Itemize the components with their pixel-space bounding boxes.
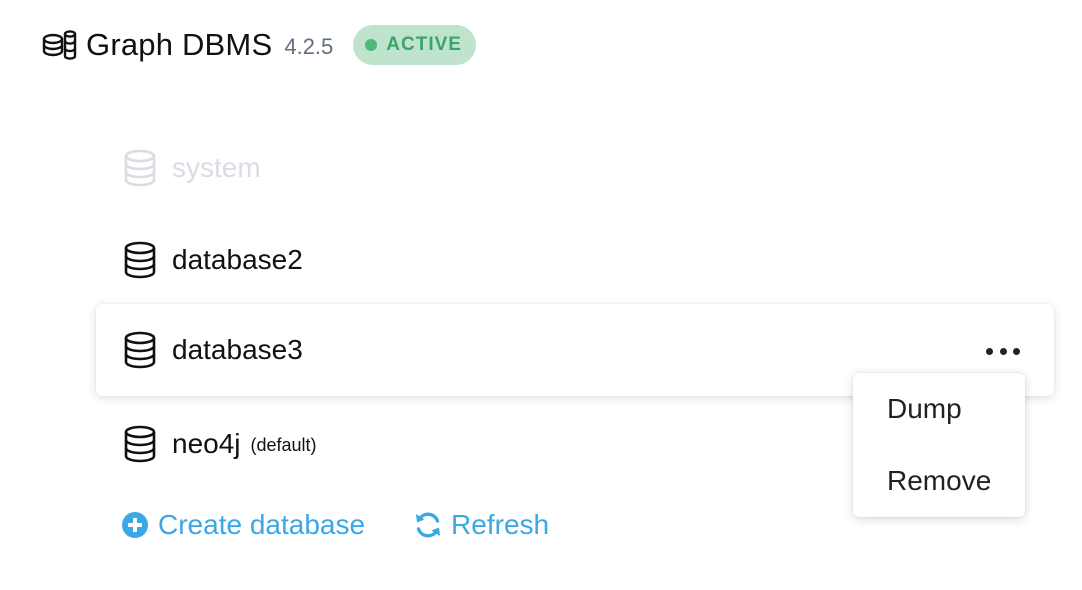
database-icon: [122, 424, 158, 464]
refresh-label: Refresh: [451, 509, 550, 540]
database-name: database2: [172, 244, 303, 275]
dbms-version: 4.2.5: [284, 34, 334, 59]
status-badge: ACTIVE: [353, 25, 476, 65]
database-icon: [122, 148, 158, 188]
create-database-button[interactable]: Create database: [120, 509, 365, 541]
menu-item-remove[interactable]: Remove: [853, 445, 1025, 517]
database-row-system: system: [96, 122, 1054, 214]
status-dot-icon: [365, 39, 378, 51]
database-name: system: [172, 152, 261, 183]
refresh-icon: [413, 510, 443, 540]
create-database-label: Create database: [158, 509, 366, 540]
database-name: database3: [172, 334, 303, 365]
refresh-button[interactable]: Refresh: [413, 509, 549, 541]
status-label: ACTIVE: [386, 34, 462, 55]
databases-icon: [40, 25, 80, 65]
ellipsis-dot-icon: [1013, 347, 1020, 355]
database-name: neo4j: [172, 428, 241, 459]
context-menu: Dump Remove: [853, 373, 1025, 517]
ellipsis-dot-icon: [986, 347, 993, 355]
default-tag: (default): [250, 434, 317, 455]
database-icon: [122, 330, 158, 370]
database-row-database2[interactable]: database2: [96, 214, 1054, 306]
plus-circle-icon: [120, 510, 150, 540]
dbms-title: Graph DBMS: [86, 27, 273, 62]
dbms-header: Graph DBMS 4.2.5 ACTIVE: [40, 22, 476, 68]
menu-item-dump[interactable]: Dump: [853, 373, 1025, 445]
more-options-button[interactable]: [986, 340, 1020, 362]
database-actions: Create database Refresh: [120, 504, 549, 546]
database-icon: [122, 240, 158, 280]
ellipsis-dot-icon: [999, 347, 1007, 355]
